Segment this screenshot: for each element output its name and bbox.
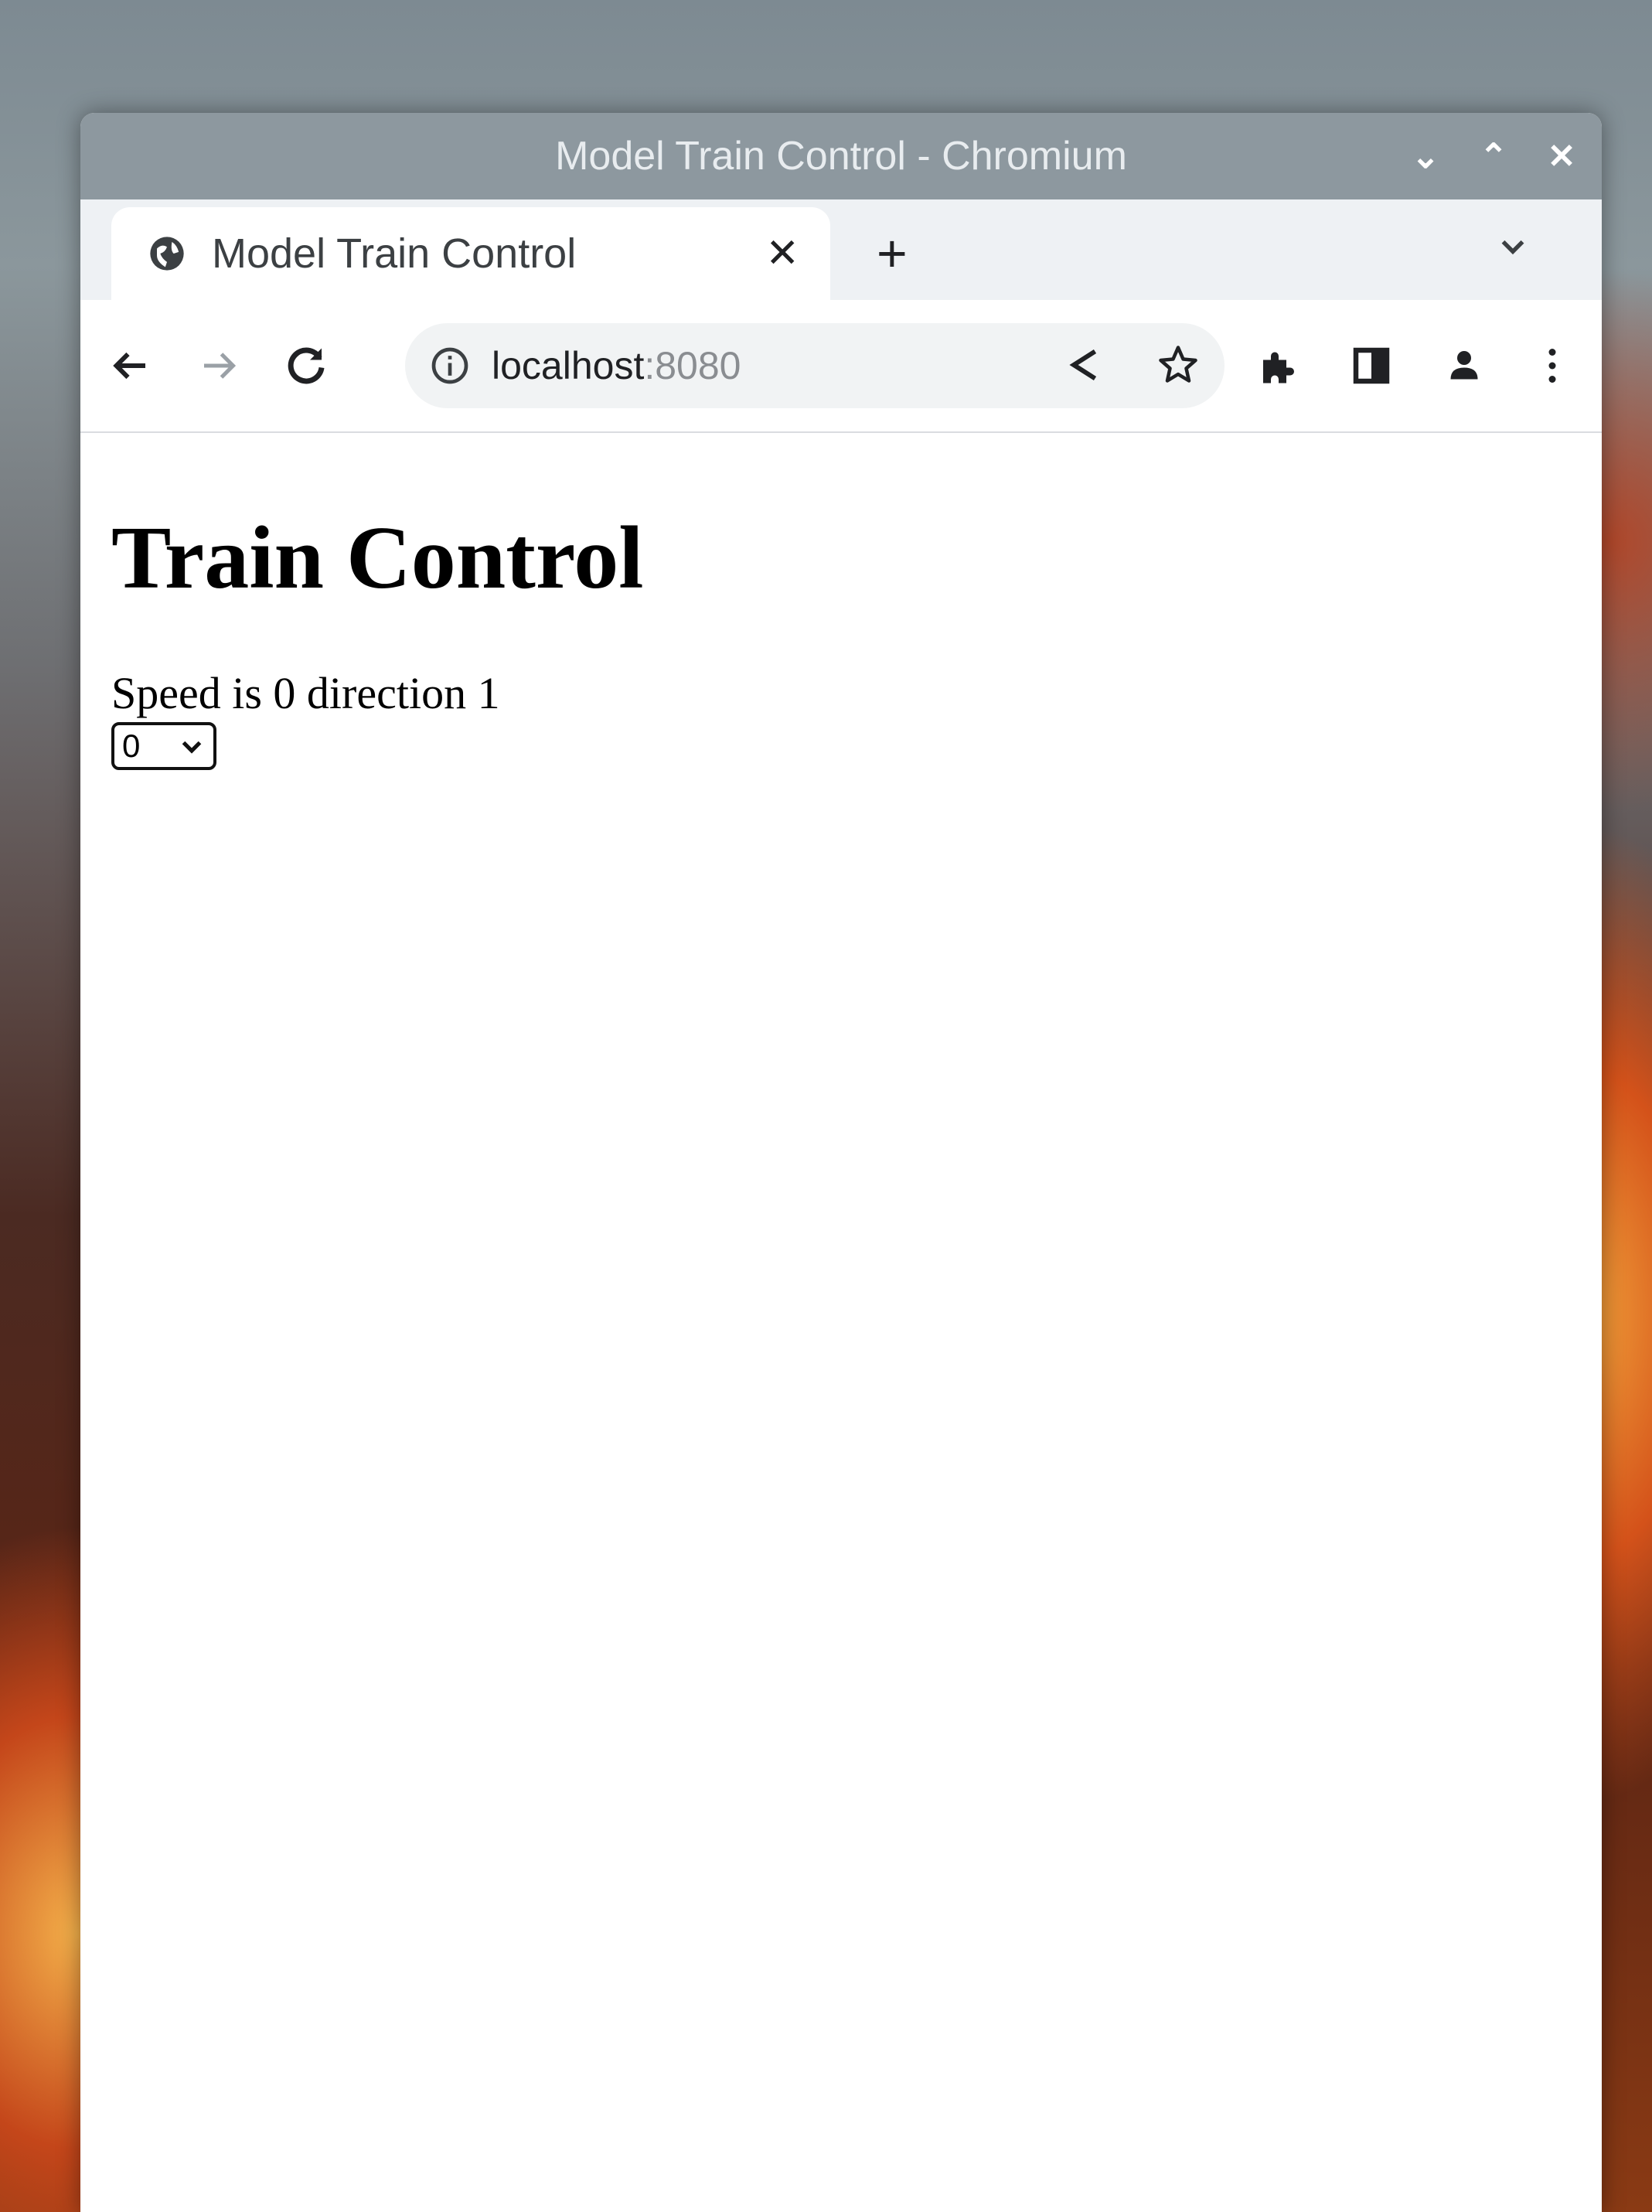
window-title: Model Train Control - Chromium xyxy=(555,134,1127,179)
tab-title: Model Train Control xyxy=(212,230,577,277)
window-controls: ⌄ ⌃ ✕ xyxy=(1408,113,1579,199)
reload-icon[interactable] xyxy=(283,343,329,389)
new-tab-button[interactable]: + xyxy=(877,223,908,285)
site-info-icon[interactable] xyxy=(428,344,472,387)
menu-kebab-icon[interactable] xyxy=(1529,343,1575,389)
browser-window: Model Train Control - Chromium ⌄ ⌃ ✕ Mod… xyxy=(80,113,1602,2212)
tab-model-train-control[interactable]: Model Train Control ✕ xyxy=(111,207,830,300)
url-host: localhost xyxy=(492,344,645,387)
profile-avatar-icon[interactable] xyxy=(1441,343,1487,389)
tab-search-chevron-icon[interactable] xyxy=(1494,227,1532,266)
bookmark-star-icon[interactable] xyxy=(1155,342,1201,388)
forward-arrow-icon[interactable] xyxy=(196,343,243,389)
minimize-button[interactable]: ⌄ xyxy=(1408,137,1443,176)
speed-select[interactable]: 0 xyxy=(111,722,216,770)
share-icon[interactable] xyxy=(1062,342,1109,388)
back-arrow-icon[interactable] xyxy=(107,343,153,389)
url-text[interactable]: localhost:8080 xyxy=(492,323,741,408)
browser-toolbar: localhost:8080 xyxy=(80,300,1602,433)
page-heading: Train Control xyxy=(111,509,644,608)
side-panel-icon[interactable] xyxy=(1348,343,1395,389)
address-bar[interactable]: localhost:8080 xyxy=(405,323,1225,408)
tab-strip: Model Train Control ✕ + xyxy=(80,199,1602,300)
window-titlebar[interactable]: Model Train Control - Chromium ⌄ ⌃ ✕ xyxy=(80,113,1602,199)
page-content: Train Control Speed is 0 direction 1 0 xyxy=(80,433,1602,770)
url-port: :8080 xyxy=(644,344,741,387)
maximize-button[interactable]: ⌃ xyxy=(1477,137,1511,176)
speed-select-value: 0 xyxy=(122,728,141,764)
close-window-button[interactable]: ✕ xyxy=(1545,137,1579,176)
chevron-down-icon xyxy=(182,741,202,754)
speed-status-text: Speed is 0 direction 1 xyxy=(111,668,500,718)
extensions-puzzle-icon[interactable] xyxy=(1255,343,1302,389)
globe-icon xyxy=(150,237,184,271)
tab-close-icon[interactable]: ✕ xyxy=(765,230,799,277)
